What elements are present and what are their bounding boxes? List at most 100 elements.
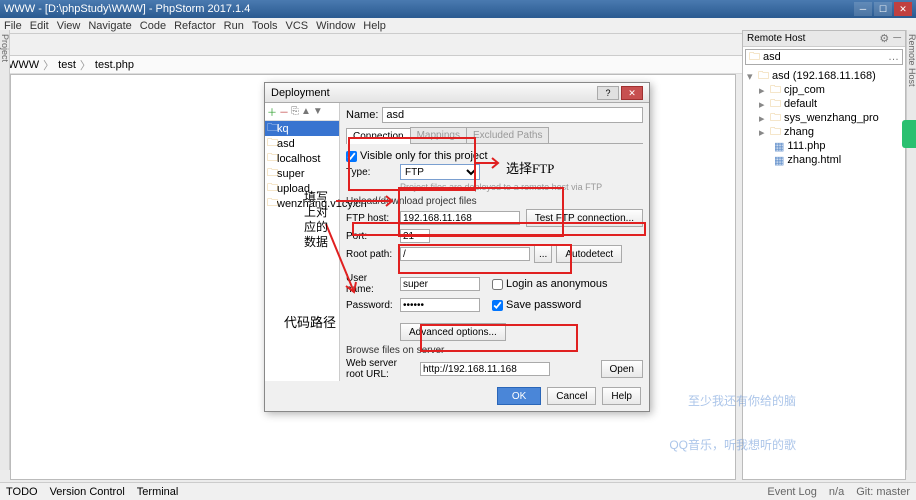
- tree-node[interactable]: ▸🗀zhang: [743, 125, 905, 139]
- tree-root[interactable]: ▾ 🗀 asd (192.168.11.168): [743, 69, 905, 83]
- autodetect-button[interactable]: Autodetect: [556, 245, 622, 263]
- cancel-button[interactable]: Cancel: [547, 387, 596, 405]
- expand-icon[interactable]: ▸: [759, 84, 767, 97]
- ftp-host-input[interactable]: [400, 211, 520, 225]
- annotation-code-path: 代码路径: [284, 312, 336, 331]
- remote-host-panel: Remote Host ⚙ ─ 🗀 asd … ▾ 🗀 asd (192.168…: [742, 30, 906, 480]
- anon-checkbox-row[interactable]: Login as anonymous: [492, 278, 608, 290]
- tree-file[interactable]: ▦zhang.html: [743, 153, 905, 167]
- expand-icon[interactable]: ▸: [759, 126, 767, 139]
- remote-tree: ▾ 🗀 asd (192.168.11.168) ▸🗀cjp_com ▸🗀def…: [743, 67, 905, 169]
- user-input[interactable]: [400, 277, 480, 291]
- up-icon[interactable]: ▲: [301, 106, 311, 117]
- ok-button[interactable]: OK: [497, 387, 541, 405]
- server-item[interactable]: 🗀kq: [265, 121, 339, 136]
- expand-icon[interactable]: ▸: [759, 98, 767, 111]
- advanced-button[interactable]: Advanced options...: [400, 323, 506, 341]
- status-bar: TODO Version Control Terminal Event Log …: [0, 482, 916, 500]
- menu-edit[interactable]: Edit: [30, 20, 49, 32]
- window-close-button[interactable]: ✕: [894, 2, 912, 16]
- window-titlebar: WWW - [D:\phpStudy\WWW] - PhpStorm 2017.…: [0, 0, 916, 18]
- status-terminal[interactable]: Terminal: [137, 486, 179, 498]
- folder-icon: 🗀: [267, 194, 275, 213]
- tree-root-label: asd (192.168.11.168): [772, 70, 876, 82]
- breadcrumb-root[interactable]: WWW: [8, 59, 39, 71]
- savepass-label: Save password: [506, 299, 581, 311]
- pass-input[interactable]: [400, 298, 480, 312]
- dialog-help-icon[interactable]: ?: [597, 86, 619, 100]
- tab-excluded[interactable]: Excluded Paths: [466, 127, 550, 143]
- maximize-button[interactable]: ☐: [874, 2, 892, 16]
- breadcrumb-file[interactable]: test.php: [95, 59, 134, 71]
- name-input[interactable]: [382, 107, 643, 123]
- breadcrumb-folder[interactable]: test: [58, 59, 76, 71]
- folder-icon: 🗀: [749, 48, 760, 67]
- down-icon[interactable]: ▼: [313, 106, 323, 117]
- status-todo[interactable]: TODO: [6, 486, 38, 498]
- root-input[interactable]: [400, 247, 530, 261]
- watermark: QQ音乐，听我想听的歌: [669, 436, 796, 453]
- web-url-input[interactable]: [420, 362, 550, 376]
- root-browse-button[interactable]: ...: [534, 245, 552, 263]
- sidetab-remote[interactable]: Remote Host: [907, 30, 916, 87]
- test-ftp-button[interactable]: Test FTP connection...: [526, 209, 643, 227]
- tree-label: sys_wenzhang_pro: [784, 112, 879, 124]
- tab-mappings[interactable]: Mappings: [410, 127, 467, 143]
- annotation-arrow: [474, 156, 504, 170]
- tree-node[interactable]: ▸🗀default: [743, 97, 905, 111]
- savepass-checkbox[interactable]: [492, 300, 503, 311]
- menu-refactor[interactable]: Refactor: [174, 20, 216, 32]
- sidetab-project[interactable]: Project: [0, 30, 10, 62]
- server-item[interactable]: 🗀super: [265, 166, 339, 181]
- tree-node[interactable]: ▸🗀sys_wenzhang_pro: [743, 111, 905, 125]
- more-icon[interactable]: …: [888, 51, 899, 63]
- add-server-icon[interactable]: ＋: [267, 104, 277, 119]
- help-button[interactable]: Help: [602, 387, 641, 405]
- menu-run[interactable]: Run: [224, 20, 244, 32]
- menu-vcs[interactable]: VCS: [286, 20, 309, 32]
- right-tool-gutter: Remote Host: [906, 30, 916, 470]
- expand-icon[interactable]: ▾: [747, 70, 755, 83]
- menu-help[interactable]: Help: [363, 20, 386, 32]
- type-label: Type:: [346, 167, 396, 178]
- anon-checkbox[interactable]: [492, 279, 503, 290]
- window-title: WWW - [D:\phpStudy\WWW] - PhpStorm 2017.…: [4, 3, 250, 15]
- remote-settings-icon[interactable]: ⚙: [879, 32, 889, 45]
- savepass-checkbox-row[interactable]: Save password: [492, 299, 581, 311]
- remove-server-icon[interactable]: －: [279, 104, 289, 119]
- tree-file[interactable]: ▦111.php: [743, 139, 905, 153]
- remote-host-title: Remote Host: [747, 33, 805, 44]
- tree-label: 111.php: [787, 140, 825, 152]
- remote-server-combo[interactable]: 🗀 asd …: [745, 49, 903, 65]
- annotation-arrow: [334, 194, 398, 208]
- server-item[interactable]: 🗀localhost: [265, 151, 339, 166]
- server-item[interactable]: 🗀asd: [265, 136, 339, 151]
- open-button[interactable]: Open: [601, 360, 643, 378]
- dialog-close-button[interactable]: ✕: [621, 86, 643, 100]
- status-vc[interactable]: Version Control: [50, 486, 125, 498]
- port-input[interactable]: [400, 229, 430, 243]
- browse-section: Browse files on server: [346, 345, 643, 356]
- remote-combo-value: asd: [763, 51, 781, 63]
- status-eventlog[interactable]: Event Log: [767, 486, 817, 498]
- status-git[interactable]: Git: master: [856, 486, 910, 498]
- server-label: kq: [277, 123, 289, 135]
- minimize-button[interactable]: ─: [854, 2, 872, 16]
- expand-icon[interactable]: ▸: [759, 112, 767, 125]
- tab-connection[interactable]: Connection: [346, 128, 411, 144]
- remote-hide-icon[interactable]: ─: [893, 32, 901, 45]
- type-select[interactable]: FTP: [400, 164, 480, 180]
- menu-window[interactable]: Window: [316, 20, 355, 32]
- menu-code[interactable]: Code: [140, 20, 166, 32]
- side-action-tab[interactable]: [902, 120, 916, 148]
- menu-tools[interactable]: Tools: [252, 20, 278, 32]
- menu-view[interactable]: View: [57, 20, 81, 32]
- copy-server-icon[interactable]: ⎘: [291, 106, 299, 117]
- visible-checkbox[interactable]: [346, 151, 357, 162]
- menu-navigate[interactable]: Navigate: [88, 20, 131, 32]
- watermark: 至少我还有你给的脑: [688, 392, 796, 409]
- tree-label: zhang: [784, 126, 814, 138]
- annotation-select-ftp: 选择FTP: [506, 158, 554, 177]
- server-label: asd: [277, 138, 295, 150]
- annotation-fill-data: 填写 上对 应的 数据: [304, 190, 328, 250]
